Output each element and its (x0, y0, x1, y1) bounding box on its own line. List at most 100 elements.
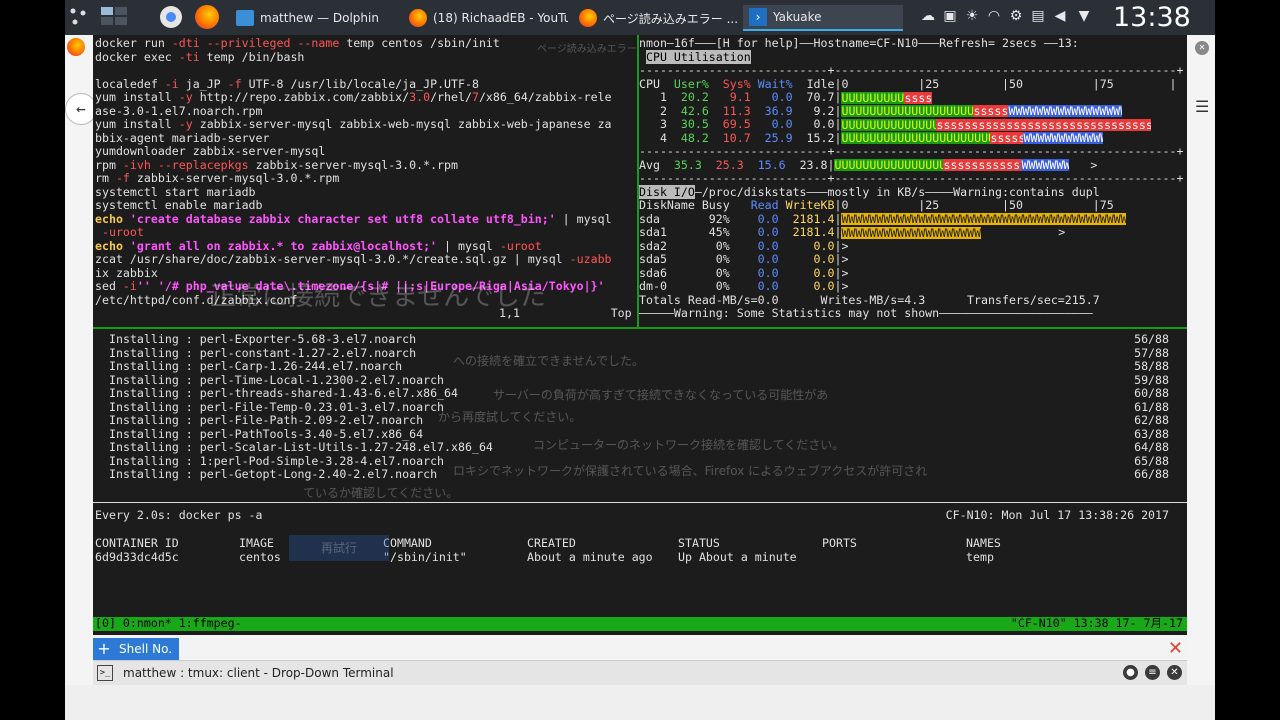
disk-header: DiskName Busy Read WriteKB|0 |25 |50 |75 (639, 198, 1170, 212)
close-tab-icon[interactable]: ✕ (1195, 41, 1209, 55)
weather-icon[interactable]: ☀ (964, 8, 980, 24)
ghost-line: サーバーの負荷が高すぎて接続できなくなっている可能性があ (493, 388, 829, 402)
firefox-menu-icon[interactable] (67, 38, 85, 56)
tmux-windows[interactable]: [0] 0:nmon* 1:ffmpeg- (95, 616, 242, 631)
settings-icon[interactable]: ⚙ (1008, 8, 1024, 24)
task-firefox-error[interactable]: ページ読み込みエラー ... (573, 5, 739, 31)
window-title: matthew : tmux: client - Drop-Down Termi… (123, 666, 394, 680)
yakuake-tab-bar: + Shell No. 2 ✕ (93, 638, 1187, 678)
vim-buffer[interactable]: docker run -dti --privileged --name temp… (95, 37, 635, 307)
disk-table: sda 92% 0.0 2181.4|WWWWWWWWWWWWWWWWWWWWW… (639, 211, 1185, 294)
docker-ps-cell: centos (239, 550, 281, 564)
docker-ps-cell: STATUS (678, 536, 720, 550)
docker-ps-cell: COMMAND (383, 536, 432, 550)
tab-shell-2[interactable]: Shell No. 2 (115, 638, 179, 678)
terminal-icon: >_ (97, 665, 113, 681)
cloud-icon[interactable]: ☁ (920, 8, 936, 24)
disk-title: Disk I/O (639, 184, 695, 199)
task-yakuake[interactable]: › Yakuake (743, 5, 903, 31)
tmux-status-bar: [0] 0:nmon* 1:ffmpeg- "CF-N10" 13:38 17- … (93, 616, 1187, 631)
firefox-launcher-icon[interactable] (195, 5, 219, 29)
cpu-bar-segment: UUUUUUUUUUUUUUUUUUUUU (841, 105, 974, 117)
disk-row: sda6 0% 0.0 0.0|> (639, 265, 849, 280)
ghost-error-title: 正常に接続できませんでした (210, 282, 546, 312)
disk-row: sda5 0% 0.0 0.0|> (639, 252, 849, 266)
menu-button[interactable]: ≡ (1145, 665, 1160, 680)
docker-ps-cell: "/sbin/init" (383, 550, 467, 564)
cpu-row: 2 42.6 11.3 36.9 9.2|UUUUUUUUUUUUUUUUUUU… (639, 103, 1123, 118)
docker-ps-cell: Up About a minute (678, 550, 797, 564)
screen-frame: matthew — Dolphin (18) RichaadEB - YouTu… (65, 0, 1215, 720)
ghost-tab-label: ページ読み込みエラー (537, 44, 637, 55)
cpu-bar-segment: UUUUUUUUUUUUUUUUUUUUUUUU (841, 132, 991, 144)
top-panel: matthew — Dolphin (18) RichaadEB - YouTu… (65, 0, 1215, 35)
yakuake-title-bar: >_ matthew : tmux: client - Drop-Down Te… (93, 660, 1187, 685)
pager-desktop-icon[interactable] (101, 5, 127, 29)
docker-ps-row[interactable]: 6d9d33dc4d5c centos "/sbin/init" About a mi… (95, 550, 1185, 565)
cpu-row: 4 48.2 10.7 25.9 15.2|UUUUUUUUUUUUUUUUUU… (639, 131, 1185, 146)
nmon-warning: —————Warning: Some Statistics may not sh… (639, 306, 1093, 320)
cpu-title: CPU Utilisation (645, 49, 751, 64)
app-launcher-icon[interactable] (67, 5, 91, 29)
pane-divider-horizontal-2[interactable] (93, 502, 1187, 503)
cpu-bar-segment: sssss (990, 132, 1024, 144)
clock[interactable]: 13:38 (1113, 2, 1191, 33)
task-firefox-youtube[interactable]: (18) RichaadEB - YouTu... (403, 5, 568, 31)
firefox-icon (579, 9, 597, 27)
hamburger-menu-icon[interactable]: ☰ (1195, 97, 1209, 116)
new-tab-button[interactable]: + (93, 638, 115, 660)
ghost-line: への接続を確立できませんでした。 (453, 354, 645, 368)
cpu-bar-segment: UUUUUUUUUUUUUUUUUU (834, 159, 944, 171)
cpu-bar-segment: UUUUUUUUUU (841, 91, 905, 104)
quit-button[interactable]: ✕ (1167, 665, 1182, 680)
cpu-row: 1 20.2 9.1 0.0 70.7|UUUUUUUUUUsssss (639, 90, 933, 104)
cpu-table: 1 20.2 9.1 0.0 70.7|UUUUUUUUUUsssss 2 42… (639, 90, 1185, 146)
close-session-icon[interactable]: ✕ (1168, 639, 1183, 659)
clipboard-icon[interactable]: ▤ (1030, 8, 1046, 24)
cpu-average-line: Avg 35.3 25.3 15.6 23.8|UUUUUUUUUUUUUUUU… (639, 157, 1098, 172)
yakuake-icon: › (749, 8, 767, 26)
docker-ps-pane[interactable]: Every 2.0s: docker ps -a CF-N10: Mon Jul … (95, 508, 1185, 629)
chromium-icon[interactable] (159, 5, 183, 29)
nmon-header: nmon—16f———[H for help]——Hostname=CF-N10… (639, 37, 1079, 50)
pane-divider-horizontal[interactable] (93, 327, 1187, 329)
cpu-bar-segment: sssssssssssssssssssssssssssssssssss (936, 118, 1152, 131)
docker-ps-cell: CONTAINER ID (95, 536, 179, 550)
cpu-row: 3 30.5 69.5 0.0 0.0|UUUUUUUUUUUUUUUsssss… (639, 117, 1152, 131)
yum-install-row: Installing : perl-File-Temp-0.23.01-3.el… (109, 399, 1169, 414)
docker-ps-cell: CREATED (527, 536, 576, 550)
cpu-rule: ---------------------------+------------… (639, 63, 1184, 77)
terminal[interactable]: docker run -dti --privileged --name temp… (93, 35, 1187, 635)
task-label: matthew — Dolphin (260, 11, 379, 25)
nmon-pane[interactable]: nmon—16f———[H for help]——Hostname=CF-N10… (639, 37, 1185, 327)
wifi-icon[interactable]: ◠ (986, 8, 1002, 24)
docker-ps-cell: temp (966, 550, 994, 564)
docker-ps-headers: CONTAINER ID IMAGE COMMAND CREATED STATUS POR… (95, 536, 1185, 551)
cpu-rule-3: ---------------------------+------------… (639, 171, 1184, 185)
yum-install-row: Installing : perl-File-Path-2.09-2.el7.n… (109, 413, 1169, 427)
task-label: Yakuake (773, 10, 822, 24)
disk-row: sda1 45% 0.0 2181.4|WWWWWWWWWWWWWWWWWWWW… (639, 225, 1066, 239)
vim-scroll-position: Top (610, 306, 632, 320)
task-dolphin[interactable]: matthew — Dolphin (230, 5, 400, 31)
ghost-line: ロキシでネットワークが保護されている場合、Firefox によるウェブアクセスが… (453, 464, 928, 478)
keep-open-button[interactable]: ● (1123, 665, 1138, 680)
disk-totals: Totals Read-MB/s=0.0 Writes-MB/s=4.3 Tra… (639, 292, 1100, 307)
cpu-bar-segment: WWWWWWWWWWWWW (1023, 132, 1104, 144)
cpu-bar-segment: sssss (904, 91, 933, 104)
docker-ps-cell: NAMES (966, 536, 1001, 550)
cpu-average-row: Avg 35.3 25.3 15.6 23.8|UUUUUUUUUUUUUUUU… (639, 157, 1185, 173)
notification-icon[interactable]: ▣ (942, 8, 958, 24)
disk-row: sda 92% 0.0 2181.4|WWWWWWWWWWWWWWWWWWWWW… (639, 211, 1127, 226)
ghost-line: ているか確認してください。 (303, 486, 459, 500)
task-label: (18) RichaadEB - YouTu... (433, 11, 568, 25)
volume-icon[interactable]: ◀ (1052, 8, 1068, 24)
disk-busy-bar: WWWWWWWWWWWWWWWWWWWWWWW (841, 226, 982, 239)
cpu-bar-segment: WWWWWWWWWWWWWWWWWW (1008, 105, 1123, 117)
yum-install-row: Installing : perl-Exporter-5.68-3.el7.no… (109, 332, 1169, 346)
ghost-line: から再度試してください。 (438, 410, 582, 424)
tray-expand-icon[interactable]: ▼ (1076, 8, 1092, 24)
docker-ps-cell: 6d9d33dc4d5c (95, 550, 179, 564)
yum-install-row: Installing : perl-Time-Local-1.2300-2.el… (109, 372, 1169, 387)
ghost-line: コンピューターのネットワーク接続を確認してください。 (533, 438, 845, 452)
